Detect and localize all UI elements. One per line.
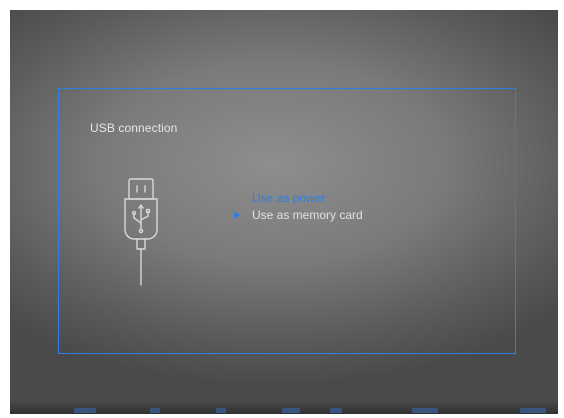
status-icon (282, 408, 300, 413)
dialog-title: USB connection (90, 121, 178, 135)
usb-mode-menu: Use as power Use as memory card (234, 190, 363, 224)
status-icon (216, 408, 226, 413)
status-icon (330, 408, 342, 413)
selection-arrow-icon (234, 211, 240, 219)
usb-connection-dialog: USB connection Use as power Use as memor… (58, 88, 516, 354)
device-screen: USB connection Use as power Use as memor… (10, 10, 558, 414)
status-icon (150, 408, 160, 413)
menu-item-label: Use as power (252, 191, 326, 205)
battery-icon (520, 408, 546, 413)
usb-plug-icon (124, 178, 158, 286)
menu-item-use-as-power[interactable]: Use as power (234, 190, 363, 207)
menu-item-use-as-memory-card[interactable]: Use as memory card (234, 207, 363, 224)
status-icon (74, 408, 96, 413)
status-icon (412, 408, 438, 413)
device-frame: USB connection Use as power Use as memor… (0, 0, 564, 418)
bottom-status-bar (10, 400, 558, 414)
menu-item-label: Use as memory card (252, 208, 363, 222)
